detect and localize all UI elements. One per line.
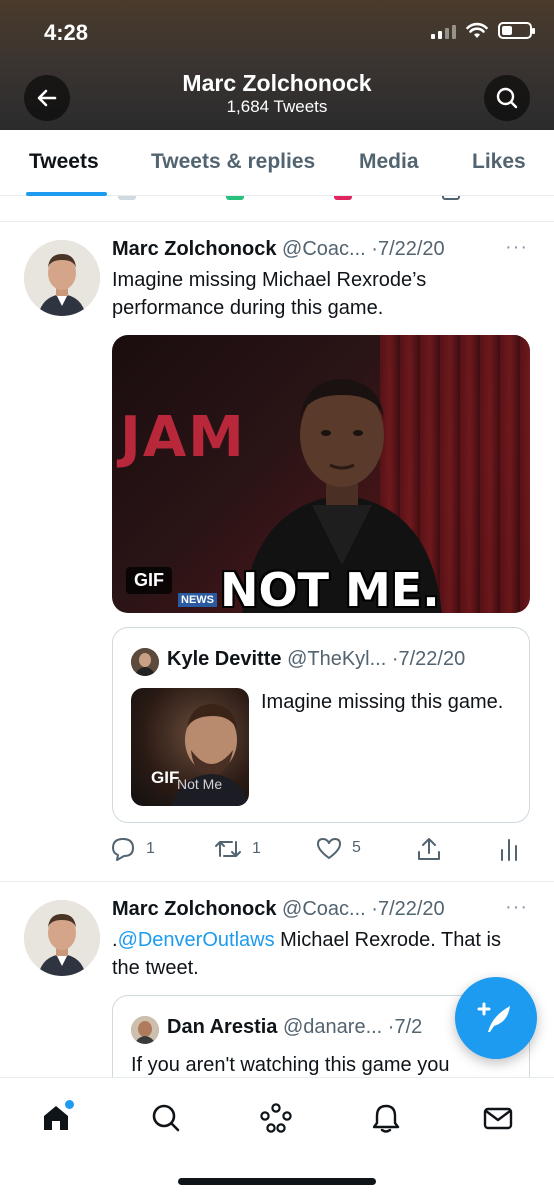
battery-icon (498, 22, 535, 39)
reply-button[interactable]: 1 (110, 836, 155, 862)
tweet-count: 1,684 Tweets (226, 97, 328, 116)
quote-header: Dan Arestia @danare... ·7/2 (167, 1016, 422, 1039)
quote-gif-thumbnail[interactable]: Not Me GIF (131, 688, 249, 806)
like-button[interactable]: 5 (316, 836, 361, 860)
profile-header: 4:28 Marc Zolchonock 1,684 Tweets (0, 0, 554, 130)
author-handle[interactable]: @Coac... (282, 898, 366, 920)
mail-icon (483, 1107, 513, 1130)
tweet-date[interactable]: ·7/22/20 (371, 898, 444, 920)
avatar-photo (131, 648, 159, 676)
gif-badge: GIF (151, 768, 180, 787)
reply-icon (112, 838, 134, 861)
cellular-signal-icon (431, 23, 456, 39)
spaces-icon (260, 1103, 292, 1133)
more-options-icon[interactable]: ··· (505, 896, 528, 919)
retweet-icon (215, 841, 241, 857)
quote-avatar[interactable] (131, 648, 159, 676)
retweet-button[interactable]: 1 (214, 836, 261, 862)
heart-icon (317, 838, 341, 859)
avatar-photo (24, 900, 100, 976)
author-name[interactable]: Marc Zolchonock (112, 898, 276, 920)
mention-link[interactable]: @DenverOutlaws (118, 929, 275, 951)
quote-date[interactable]: ·7/2 (388, 1016, 422, 1038)
retweet-count: 1 (252, 840, 261, 857)
search-icon (496, 87, 518, 109)
more-options-icon[interactable]: ··· (505, 236, 528, 259)
tweet-header: Marc Zolchonock @Coac... ·7/22/20 (112, 238, 445, 261)
tweet-actions: 1 1 5 (110, 836, 530, 866)
tab-tweets[interactable]: Tweets (29, 150, 99, 174)
search-icon (152, 1104, 180, 1132)
home-indicator (178, 1178, 376, 1185)
wifi-icon (466, 22, 488, 38)
bell-icon (372, 1104, 400, 1133)
background-sign-text: JAM (120, 405, 246, 470)
status-icons (431, 22, 535, 39)
quote-date[interactable]: ·7/22/20 (392, 648, 465, 670)
tweet-gif[interactable]: JAM NOT ME. GIF NEWS (112, 335, 530, 613)
quote-author-name[interactable]: Kyle Devitte (167, 648, 282, 670)
author-name[interactable]: Marc Zolchonock (112, 238, 276, 260)
search-button[interactable] (484, 75, 530, 121)
nav-spaces[interactable] (256, 1098, 296, 1138)
avatar[interactable] (24, 240, 100, 316)
quote-author-handle[interactable]: @danare... (283, 1016, 382, 1038)
quote-author-handle[interactable]: @TheKyl... (287, 648, 386, 670)
quote-author-name[interactable]: Dan Arestia (167, 1016, 277, 1038)
like-count: 5 (352, 839, 361, 856)
news-logo: NEWS (178, 593, 217, 607)
nav-search[interactable] (146, 1098, 186, 1138)
author-handle[interactable]: @Coac... (282, 238, 366, 260)
gif-caption: NOT ME. (220, 563, 440, 613)
tweet-text: Imagine missing Michael Rexrode’s perfor… (112, 269, 427, 319)
profile-name: Marc Zolchonock (182, 70, 372, 96)
quote-text: If you aren't watching this game you (131, 1054, 450, 1076)
share-button[interactable] (416, 836, 442, 862)
analytics-icon (501, 839, 517, 861)
analytics-button[interactable] (498, 836, 520, 862)
quote-text: Imagine missing this game. (261, 691, 504, 713)
avatar[interactable] (24, 900, 100, 976)
compose-tweet-button[interactable] (455, 977, 537, 1059)
reply-count: 1 (146, 840, 155, 857)
tab-likes[interactable]: Likes (472, 150, 526, 174)
tweet-header: Marc Zolchonock @Coac... ·7/22/20 (112, 898, 445, 921)
tab-tweets-replies[interactable]: Tweets & replies (151, 150, 315, 174)
quote-header: Kyle Devitte @TheKyl... ·7/22/20 (167, 648, 465, 671)
share-icon (418, 838, 440, 860)
nav-notifications[interactable] (366, 1098, 406, 1138)
nav-messages[interactable] (478, 1098, 518, 1138)
nav-home[interactable] (36, 1098, 76, 1138)
avatar-photo (131, 1016, 159, 1044)
notification-dot (65, 1100, 74, 1109)
previous-tweet-actions (0, 196, 554, 222)
tweet-date[interactable]: ·7/22/20 (371, 238, 444, 260)
avatar-photo (24, 240, 100, 316)
quote-avatar[interactable] (131, 1016, 159, 1044)
tab-media[interactable]: Media (359, 150, 419, 174)
gif-badge: GIF (126, 567, 172, 594)
profile-tabs: Tweets Tweets & replies Media Likes (0, 130, 554, 196)
tweet-text: .@DenverOutlaws Michael Rexrode. That is… (112, 926, 532, 982)
compose-feather-icon (477, 1002, 510, 1032)
status-time: 4:28 (44, 20, 89, 45)
quoted-tweet[interactable]: Kyle Devitte @TheKyl... ·7/22/20 Not Me … (112, 627, 530, 823)
